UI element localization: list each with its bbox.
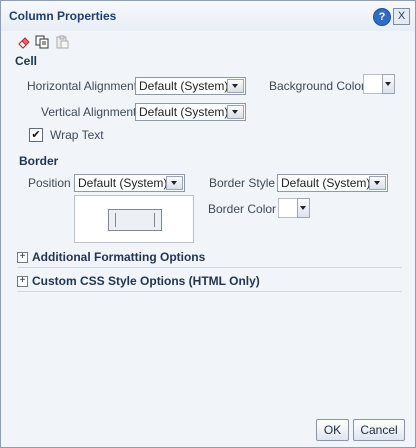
cell-section-title: Cell [15,54,38,68]
background-color-label: Background Color [269,79,366,93]
border-style-label: Border Style [209,176,276,190]
border-color-picker[interactable] [278,198,310,218]
chevron-down-icon[interactable] [166,176,183,190]
horizontal-alignment-label: Horizontal Alignment [27,79,138,93]
horizontal-alignment-value: Default (System) [139,79,229,93]
copy-icon[interactable] [35,35,49,49]
vertical-alignment-value: Default (System) [139,105,229,119]
chevron-down-icon[interactable] [297,198,310,218]
border-position-label: Position [28,176,71,190]
vertical-alignment-select[interactable]: Default (System) [135,103,246,121]
additional-formatting-label[interactable]: Additional Formatting Options [32,250,205,264]
wrap-text-checkbox[interactable]: ✔ [29,128,43,142]
chevron-down-icon[interactable] [227,105,244,119]
chevron-down-icon[interactable] [369,176,386,190]
wrap-text-label: Wrap Text [50,128,104,142]
cancel-button[interactable]: Cancel [353,419,405,441]
close-icon[interactable]: X [393,8,410,25]
ok-button[interactable]: OK [316,419,349,441]
vertical-alignment-label: Vertical Alignment [41,105,137,119]
custom-css-expander[interactable]: + Custom CSS Style Options (HTML Only) [17,274,402,290]
section-divider [17,267,402,268]
background-color-swatch[interactable] [363,74,383,94]
border-position-select[interactable]: Default (System) [74,174,185,192]
border-section-title: Border [19,154,59,168]
help-icon[interactable]: ? [373,8,391,26]
paste-icon [55,35,69,49]
border-style-value: Default (System) [281,176,371,190]
border-color-swatch[interactable] [278,198,298,218]
expand-icon[interactable]: + [17,252,28,263]
custom-css-label[interactable]: Custom CSS Style Options (HTML Only) [32,274,260,288]
dialog-titlebar: Column Properties ? X [1,1,415,31]
chevron-down-icon[interactable] [227,79,244,93]
dialog-title: Column Properties [9,9,117,23]
column-properties-dialog: Column Properties ? X Cell Horizontal Al… [0,0,416,448]
border-preview[interactable] [74,195,194,243]
border-preview-box [108,209,162,231]
border-color-label: Border Color [208,202,277,216]
chevron-down-icon[interactable] [382,74,395,94]
section-divider [17,291,402,292]
horizontal-alignment-select[interactable]: Default (System) [135,77,246,95]
border-position-value: Default (System) [78,176,168,190]
additional-formatting-expander[interactable]: + Additional Formatting Options [17,250,402,266]
background-color-picker[interactable] [363,74,395,94]
expand-icon[interactable]: + [17,276,28,287]
eraser-icon[interactable] [17,35,31,49]
border-style-select[interactable]: Default (System) [277,174,388,192]
